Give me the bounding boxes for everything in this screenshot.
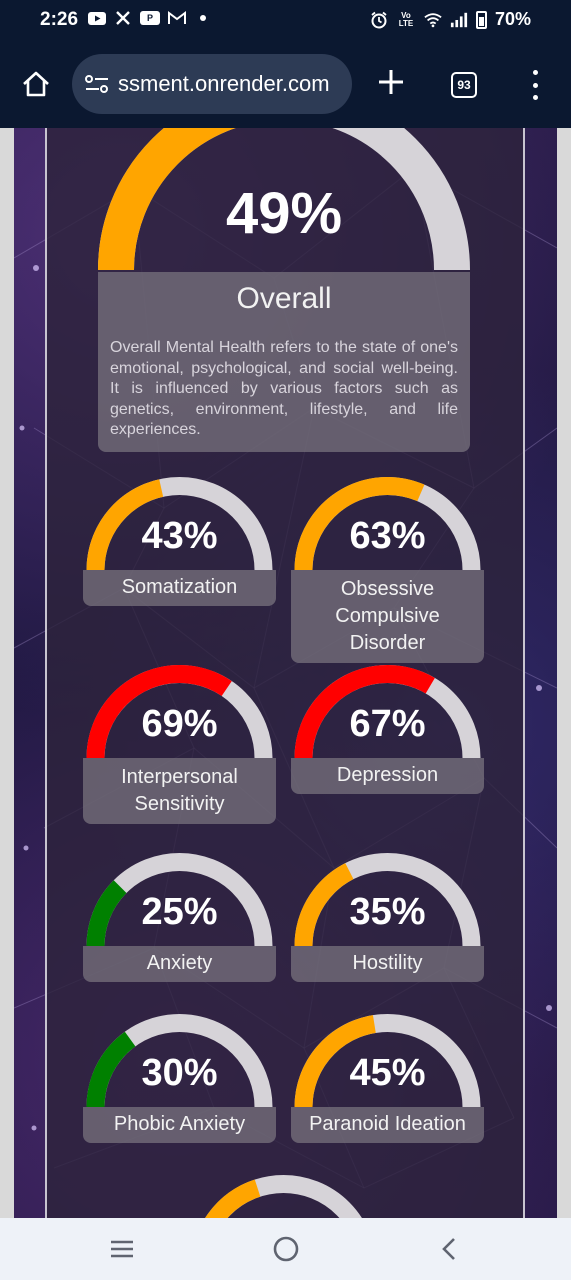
system-icons: Vo LTE 70% [370,9,531,30]
gauge-next [187,1171,380,1218]
browser-toolbar: ssment.onrender.com 93 [0,42,571,128]
overall-value: 49% [225,181,343,246]
signal-icon [450,12,468,28]
gauge-label: Paranoid Ideation [291,1107,484,1143]
home-circle-icon [273,1236,299,1262]
gauge-value: 35% [349,891,426,933]
url-text: ssment.onrender.com [118,71,330,96]
gauge-somatization: 43% Somatization [83,473,276,633]
notification-icons: P [88,10,212,26]
menu-dot [532,95,538,100]
paytm-icon: P [140,11,160,25]
gauge-value: 67% [349,703,426,745]
home-button[interactable] [20,68,52,100]
gauge-phobic-anxiety: 30% Phobic Anxiety [83,1010,276,1170]
page-viewport: 49% Overall Overall Mental Health refers… [0,128,571,1218]
gauge-hostility: 35% Hostility [291,849,484,1009]
alarm-icon [370,11,388,28]
gauge-value: 69% [141,703,218,745]
overall-description: Overall Mental Health refers to the stat… [98,326,470,452]
gauge-arc [205,1175,362,1218]
gauge-fill [205,1179,261,1218]
status-bar: 2:26 P Vo LTE 70% [0,0,571,42]
gauge-anxiety: 25% Anxiety [83,849,276,1009]
menu-dot [532,70,538,75]
gauge-value: 30% [141,1052,218,1094]
gauge-label: Depression [291,758,484,794]
gauge-label: Anxiety [83,946,276,982]
battery-icon [475,10,487,29]
dot-icon [194,10,212,26]
overall-title: Overall [98,272,470,326]
gauge-paranoid-ideation: 45% Paranoid Ideation [291,1010,484,1170]
menu-dot [532,82,538,88]
gauge-obsessive-compulsive-disorder: 63% Obsessive Compulsive Disorder [291,473,484,663]
x-icon [114,10,132,26]
back-button[interactable] [435,1234,465,1264]
gauge-value: 25% [141,891,218,933]
more-options-button[interactable] [528,70,542,100]
gauge-value: 43% [141,515,218,557]
gmail-icon [168,10,186,26]
gauge-label: Hostility [291,946,484,982]
menu-icon [111,1240,133,1258]
gauge-interpersonal-sensitivity: 69% Interpersonal Sensitivity [83,661,276,824]
home-nav-button[interactable] [271,1234,301,1264]
system-nav-bar [0,1218,571,1280]
battery-level: 70% [494,9,531,29]
gauge-label: Obsessive Compulsive Disorder [291,570,484,663]
gauge-value: 63% [349,515,426,557]
recent-apps-button[interactable] [107,1234,137,1264]
youtube-icon [88,10,106,26]
gauge-label: Somatization [83,570,276,606]
status-time: 2:26 [40,9,79,30]
gauge-label: Interpersonal Sensitivity [83,758,276,824]
tab-switcher-button[interactable]: 93 [451,72,477,98]
gauge-value: 45% [349,1052,426,1094]
gauge-depression: 67% Depression [291,661,484,821]
back-icon [442,1238,455,1260]
volte-icon: Vo LTE [398,10,414,28]
new-tab-button[interactable] [376,67,406,97]
plus-icon [379,70,403,94]
site-settings-icon[interactable] [84,73,110,95]
gauge-label: Phobic Anxiety [83,1107,276,1143]
home-icon [23,71,49,97]
address-bar[interactable]: ssment.onrender.com [72,54,352,114]
wifi-icon [424,12,442,28]
